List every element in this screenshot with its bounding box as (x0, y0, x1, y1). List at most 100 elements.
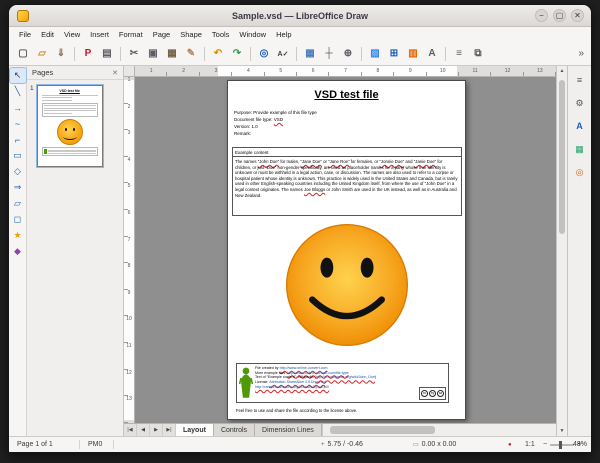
document-title[interactable]: VSD test file (228, 89, 465, 101)
menu-item[interactable]: Edit (36, 27, 59, 42)
layer-tab-bar: |◀ ◀ ▶ ▶| Layout Controls Dimension Lines (124, 423, 556, 436)
sidebar-settings-icon[interactable]: ≡ (571, 71, 589, 89)
menu-item[interactable]: Tools (207, 27, 235, 42)
credits-box[interactable]: File created by http://www.online-conver… (236, 363, 449, 403)
print-icon[interactable]: ▤ (98, 45, 116, 63)
example-paragraph: The names "John Doe" for males, "Jane Do… (233, 157, 461, 200)
insert-line-icon[interactable]: ╲ (10, 84, 26, 99)
symbol-shapes-icon[interactable]: ◇ (10, 164, 26, 179)
credits-text: File created by http://www.online-conver… (255, 366, 417, 400)
pages-panel-close-icon[interactable]: ✕ (112, 69, 118, 77)
layer-tab[interactable]: Layout (176, 424, 214, 436)
layer-tab[interactable]: Controls (213, 424, 256, 436)
connectors-icon[interactable]: ⌐ (10, 132, 26, 147)
document-page[interactable]: VSD test file Purpose: Provide example o… (227, 80, 466, 420)
arrange-icon[interactable]: ⧉ (469, 45, 487, 63)
helplines-icon[interactable]: ┼ (320, 45, 338, 63)
paragraph-fragment: "Jonnie Doe" (379, 159, 405, 164)
insert-image-icon[interactable]: ▨ (366, 45, 384, 63)
new-document-icon[interactable]: ▢ (14, 45, 32, 63)
first-layer-button[interactable]: |◀ (124, 424, 137, 436)
drawing-toolbar: ↖ ╲ → ~ ⌐ ▭ ◇ ⇒ ▱ ◻ ★ ◆ (9, 66, 27, 436)
callout-shapes-icon[interactable]: ◻ (10, 212, 26, 227)
menu-item[interactable]: View (59, 27, 85, 42)
insert-chart-icon[interactable]: ▥ (404, 45, 422, 63)
zoom-icon[interactable]: ⊕ (339, 45, 357, 63)
drawing-viewport[interactable]: VSD test file Purpose: Provide example o… (135, 77, 556, 423)
zoom-percentage[interactable]: 48% (573, 437, 587, 452)
credits-fragment: Text of "Example content": Wikipedia ( (255, 375, 316, 380)
insert-table-icon[interactable]: ⊞ (385, 45, 403, 63)
scroll-down-icon[interactable]: ▼ (557, 426, 567, 436)
gallery-icon[interactable]: ▦ (571, 140, 589, 158)
stars-banners-icon[interactable]: ★ (10, 228, 26, 243)
last-layer-button[interactable]: ▶| (163, 424, 176, 436)
page-thumbnail-number: 1 (30, 85, 34, 92)
paste-icon[interactable]: ▦ (163, 45, 181, 63)
menu-item[interactable]: Help (271, 27, 296, 42)
basic-shapes-icon[interactable]: ▭ (10, 148, 26, 163)
block-arrows-icon[interactable]: ⇒ (10, 180, 26, 195)
document-meta[interactable]: Purpose: Provide example of this file ty… (234, 109, 317, 137)
menu-item[interactable]: Format (114, 27, 148, 42)
3d-objects-icon[interactable]: ◆ (10, 244, 26, 259)
copy-icon[interactable]: ▣ (144, 45, 162, 63)
page-thumbnail[interactable]: VSD test file (35, 84, 104, 168)
select-icon[interactable]: ↖ (9, 67, 27, 84)
vertical-scrollbar[interactable]: ▲ ▼ (556, 66, 567, 436)
paragraph-fragment: for females, or (349, 159, 380, 164)
zoom-slider-thumb[interactable] (559, 440, 563, 449)
properties-icon[interactable]: ⚙ (571, 94, 589, 112)
close-button[interactable]: ✕ (571, 9, 584, 22)
open-folder-icon[interactable]: ▱ (33, 45, 51, 63)
zoom-out-icon[interactable]: − (543, 441, 547, 448)
horizontal-scrollbar-thumb[interactable] (329, 426, 435, 434)
vertical-ruler: 1 2 3 4 5 6 7 8 9 10 11 12 13 (124, 77, 135, 423)
online-convert-logo (239, 367, 253, 398)
standard-toolbar: ▢ ▱ ⇓ P ▤ ✂ ▣ ▦ ✎ ↶ ↷ ◎ A✓ ▦ ┼ ⊕ ▨ ⊞ ▥ A ≡ ⧉ » (9, 42, 591, 66)
next-layer-button[interactable]: ▶ (150, 424, 163, 436)
redo-icon[interactable]: ↷ (228, 45, 246, 63)
undo-icon[interactable]: ↶ (209, 45, 227, 63)
maximize-button[interactable]: ▢ (553, 9, 566, 22)
zoom-slider-track[interactable] (550, 440, 575, 449)
spelling-icon[interactable]: A✓ (274, 45, 292, 63)
menu-item[interactable]: Insert (85, 27, 114, 42)
export-pdf-icon[interactable]: P (79, 45, 97, 63)
display-grid-icon[interactable]: ▦ (301, 45, 319, 63)
separator (74, 46, 75, 61)
cc-license-icon: by (429, 390, 436, 397)
meta-version: Version: 1.0 (234, 124, 258, 129)
window-title: Sample.vsd — LibreOffice Draw (231, 10, 369, 21)
vertical-scrollbar-track[interactable] (557, 76, 567, 426)
closing-line[interactable]: Feel free to use and share the file acco… (236, 408, 357, 413)
toolbar-overflow-icon[interactable]: » (578, 48, 586, 59)
curves-polygons-icon[interactable]: ~ (10, 116, 26, 131)
statusbar-scale[interactable]: 1:1 (525, 437, 535, 452)
minimize-button[interactable]: − (535, 9, 548, 22)
previous-layer-button[interactable]: ◀ (137, 424, 150, 436)
cut-icon[interactable]: ✂ (125, 45, 143, 63)
flowchart-icon[interactable]: ▱ (10, 196, 26, 211)
ruler-number: 11 (124, 343, 134, 370)
ruler-number: 10 (427, 66, 460, 76)
statusbar-page-style[interactable]: PM0 (88, 437, 102, 452)
menu-item[interactable]: Page (148, 27, 176, 42)
navigator-icon[interactable]: ◎ (571, 163, 589, 181)
menu-item[interactable]: Window (234, 27, 271, 42)
save-icon[interactable]: ⇓ (52, 45, 70, 63)
clone-formatting-icon[interactable]: ✎ (182, 45, 200, 63)
find-replace-icon[interactable]: ◎ (255, 45, 273, 63)
horizontal-scrollbar[interactable] (321, 424, 556, 436)
lines-arrows-icon[interactable]: → (10, 100, 26, 115)
scroll-up-icon[interactable]: ▲ (557, 66, 567, 76)
styles-icon[interactable]: A (571, 117, 589, 135)
menu-item[interactable]: Shape (175, 27, 207, 42)
smiley-face-shape[interactable] (283, 221, 411, 349)
vertical-scrollbar-thumb[interactable] (559, 80, 565, 234)
layer-tab[interactable]: Dimension Lines (255, 424, 322, 436)
align-objects-icon[interactable]: ≡ (450, 45, 468, 63)
example-content-box[interactable]: Example content The names "John Doe" for… (232, 147, 462, 216)
menu-item[interactable]: File (14, 27, 36, 42)
insert-textbox-icon[interactable]: A (423, 45, 441, 63)
